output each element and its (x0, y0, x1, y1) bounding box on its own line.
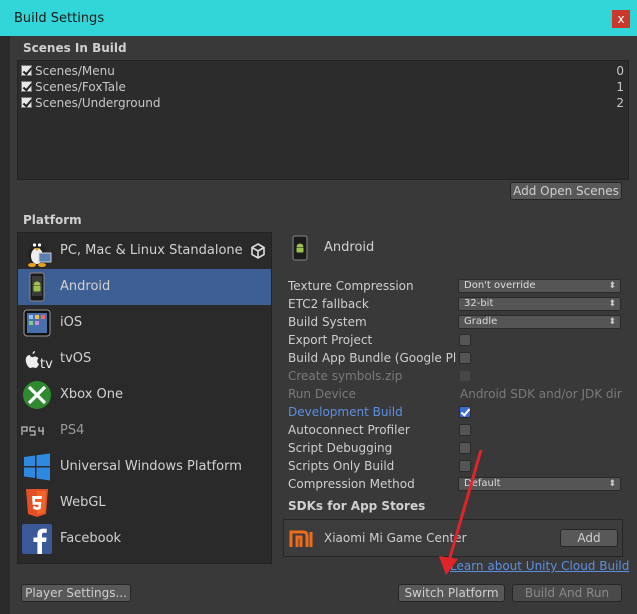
compression-method-label: Compression Method (288, 477, 415, 491)
platform-item-webgl[interactable]: WebGL (18, 485, 271, 521)
etc2-fallback-label: ETC2 fallback (288, 297, 369, 311)
platform-label: Android (60, 279, 111, 294)
title-bar: Build Settings x (0, 0, 637, 36)
run-device-label: Run Device (288, 387, 356, 401)
add-open-scenes-button[interactable]: Add Open Scenes (510, 182, 622, 200)
scripts-only-build-label: Scripts Only Build (288, 459, 395, 473)
platform-label: PS4 (60, 423, 85, 438)
scene-name: Scenes/Underground (35, 96, 161, 110)
script-debugging-label: Script Debugging (288, 441, 393, 455)
dropdown-arrow-icon: ⬍ (608, 281, 616, 291)
scene-checkbox[interactable] (21, 65, 32, 76)
scripts-only-build-checkbox[interactable] (459, 460, 471, 472)
platform-label: iOS (60, 315, 83, 330)
platform-settings-title: Android (324, 240, 375, 255)
platform-label: WebGL (60, 495, 106, 510)
dropdown-value: Don't override (464, 280, 536, 291)
ps4-icon (21, 415, 53, 447)
export-project-checkbox[interactable] (459, 334, 471, 346)
windows-icon (21, 451, 53, 483)
platform-item-uwp[interactable]: Universal Windows Platform (18, 449, 271, 485)
facebook-icon (21, 523, 53, 555)
platform-item-ps4[interactable]: PS4 (18, 413, 271, 449)
build-system-dropdown[interactable]: Gradle ⬍ (458, 315, 621, 329)
platform-item-standalone[interactable]: PC, Mac & Linux Standalone (18, 233, 271, 269)
create-symbols-label: Create symbols.zip (288, 369, 403, 383)
development-build-label: Development Build (288, 405, 403, 419)
build-app-bundle-label: Build App Bundle (Google Play) (288, 351, 456, 365)
texture-compression-dropdown[interactable]: Don't override ⬍ (458, 279, 621, 293)
platform-label: PC, Mac & Linux Standalone (60, 243, 243, 258)
platform-item-tvos[interactable]: tv tvOS (18, 341, 271, 377)
player-settings-button[interactable]: Player Settings... (21, 584, 131, 602)
platform-item-ios[interactable]: iOS (18, 305, 271, 341)
android-phone-icon (291, 235, 309, 261)
platform-label: Xbox One (60, 387, 124, 402)
script-debugging-checkbox[interactable] (459, 442, 471, 454)
add-sdk-button[interactable]: Add (560, 529, 618, 547)
dropdown-value: Gradle (464, 316, 498, 327)
create-symbols-checkbox (459, 370, 471, 382)
sdk-item: Xiaomi Mi Game Center Add (283, 519, 623, 557)
platform-heading: Platform (23, 213, 82, 227)
window-title: Build Settings (14, 11, 105, 26)
dropdown-arrow-icon: ⬍ (608, 479, 616, 489)
dropdown-value: Default (464, 478, 501, 489)
scene-name: Scenes/Menu (35, 64, 115, 78)
dropdown-arrow-icon: ⬍ (608, 317, 616, 327)
cloud-build-link[interactable]: Learn about Unity Cloud Build (450, 559, 629, 573)
compression-method-dropdown[interactable]: Default ⬍ (458, 477, 621, 491)
tux-icon (21, 235, 53, 267)
build-and-run-button: Build And Run (512, 584, 622, 602)
autoconnect-profiler-checkbox[interactable] (459, 424, 471, 436)
sdks-heading: SDKs for App Stores (288, 499, 426, 513)
scene-row[interactable]: Scenes/Menu 0 (18, 63, 628, 79)
platform-label: Universal Windows Platform (60, 459, 242, 474)
platform-item-facebook[interactable]: Facebook (18, 521, 271, 557)
background-strip (0, 36, 10, 614)
unity-icon (250, 243, 266, 259)
platform-list: PC, Mac & Linux Standalone Android iOS t… (17, 232, 272, 564)
scene-index: 1 (616, 80, 624, 94)
export-project-label: Export Project (288, 333, 373, 347)
svg-text:tv: tv (40, 357, 53, 372)
xiaomi-icon (289, 529, 315, 549)
scenes-list[interactable]: Scenes/Menu 0 Scenes/FoxTale 1 Scenes/Un… (17, 60, 629, 180)
platform-item-xbox-one[interactable]: Xbox One (18, 377, 271, 413)
scenes-heading: Scenes In Build (23, 41, 127, 55)
texture-compression-label: Texture Compression (288, 279, 414, 293)
etc2-fallback-dropdown[interactable]: 32-bit ⬍ (458, 297, 621, 311)
ipad-icon (21, 307, 53, 339)
development-build-checkbox[interactable] (459, 406, 471, 418)
close-button[interactable]: x (612, 10, 630, 28)
platform-label: Facebook (60, 531, 122, 546)
build-app-bundle-checkbox[interactable] (459, 352, 471, 364)
scene-index: 2 (616, 96, 624, 110)
scene-checkbox[interactable] (21, 81, 32, 92)
switch-platform-button[interactable]: Switch Platform (398, 584, 505, 602)
run-device-value: Android SDK and/or JDK dir (460, 387, 622, 401)
html5-icon (21, 487, 53, 519)
sdk-name: Xiaomi Mi Game Center (324, 531, 467, 545)
android-phone-icon (21, 271, 53, 303)
xbox-icon (21, 379, 53, 411)
scene-checkbox[interactable] (21, 97, 32, 108)
scene-row[interactable]: Scenes/FoxTale 1 (18, 79, 628, 95)
dropdown-arrow-icon: ⬍ (608, 299, 616, 309)
platform-label: tvOS (60, 351, 92, 366)
autoconnect-profiler-label: Autoconnect Profiler (288, 423, 410, 437)
platform-item-android[interactable]: Android (18, 269, 271, 305)
build-system-label: Build System (288, 315, 367, 329)
dropdown-value: 32-bit (464, 298, 494, 309)
apple-tv-icon: tv (21, 343, 53, 375)
scene-index: 0 (616, 64, 624, 78)
scene-name: Scenes/FoxTale (35, 80, 126, 94)
scene-row[interactable]: Scenes/Underground 2 (18, 95, 628, 111)
